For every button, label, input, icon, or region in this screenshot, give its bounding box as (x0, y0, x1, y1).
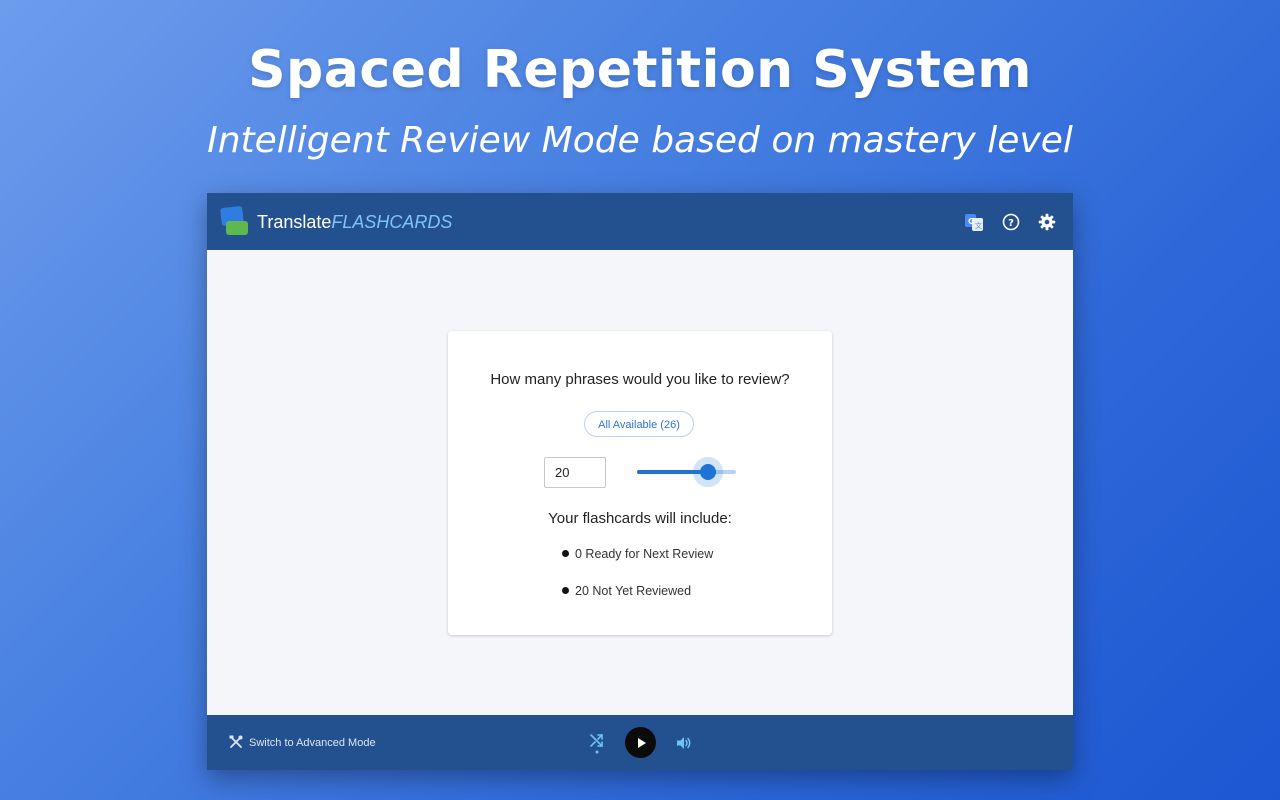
bullet-icon (562, 587, 569, 594)
app-window: TranslateFLASHCARDS G 文 ? How many phras… (207, 193, 1073, 770)
app-title-accent: FLASHCARDS (331, 212, 453, 232)
app-title-main: Translate (257, 212, 332, 232)
hero-subtitle: Intelligent Review Mode based on mastery… (207, 120, 1073, 161)
slider-thumb[interactable] (693, 457, 724, 487)
list-item: 20 Not Yet Reviewed (562, 582, 691, 600)
all-available-button[interactable]: All Available (26) (584, 411, 694, 437)
list-item: 0 Ready for Next Review (562, 545, 713, 563)
translate-icon[interactable]: G 文 (963, 211, 985, 233)
phrase-count-input[interactable] (544, 457, 606, 488)
settings-gear-icon[interactable] (1036, 211, 1058, 233)
shuffle-icon[interactable] (589, 732, 605, 754)
bullet-icon (562, 550, 569, 557)
volume-icon[interactable] (675, 734, 693, 752)
help-icon[interactable]: ? (1000, 211, 1022, 233)
review-card: How many phrases would you like to revie… (448, 331, 832, 635)
app-header: TranslateFLASHCARDS G 文 ? (207, 193, 1073, 250)
list-item-label: 0 Ready for Next Review (575, 547, 714, 561)
tools-icon (229, 735, 243, 748)
advanced-mode-label: Switch to Advanced Mode (249, 737, 376, 749)
svg-text:G: G (968, 217, 975, 226)
play-icon (637, 737, 646, 748)
svg-text:文: 文 (975, 221, 982, 230)
review-question: How many phrases would you like to revie… (490, 371, 790, 388)
advanced-mode-button[interactable]: Switch to Advanced Mode (229, 734, 376, 752)
list-item-label: 20 Not Yet Reviewed (575, 584, 692, 598)
hero-title: Spaced Repetition System (248, 40, 1032, 100)
include-heading: Your flashcards will include: (548, 510, 732, 527)
app-footer: Switch to Advanced Mode (207, 715, 1073, 770)
app-title: TranslateFLASHCARDS (257, 211, 452, 233)
play-button[interactable] (625, 727, 656, 758)
svg-text:?: ? (1008, 218, 1014, 229)
app-logo-icon (220, 205, 249, 237)
phrase-count-slider[interactable] (637, 457, 736, 487)
app-content: How many phrases would you like to revie… (207, 250, 1073, 715)
